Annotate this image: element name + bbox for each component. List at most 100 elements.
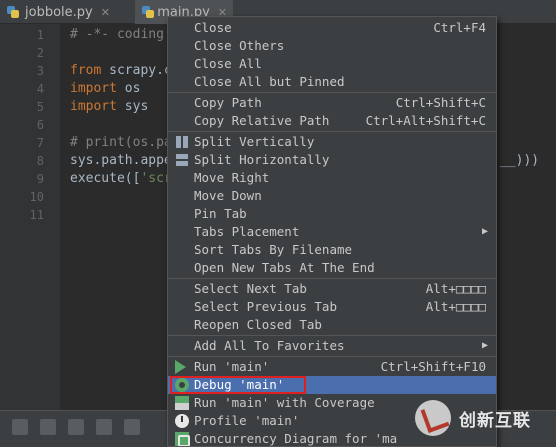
menu-item-select-previous-tab[interactable]: Select Previous Tab Alt+□□□□	[168, 298, 496, 316]
line-number: 9	[36, 172, 44, 186]
line-number: 5	[36, 100, 44, 114]
code-text: execute([	[70, 171, 141, 186]
code-text: scrapy.c	[101, 63, 172, 78]
tool-window-icon[interactable]	[12, 419, 28, 435]
menu-item-copy-relative-path[interactable]: Copy Relative Path Ctrl+Alt+Shift+C	[168, 112, 496, 130]
python-file-icon	[141, 5, 155, 19]
concurrency-diagram-icon	[175, 432, 190, 446]
line-number: 1	[36, 28, 44, 42]
menu-item-tabs-placement[interactable]: Tabs Placement ▶	[168, 223, 496, 241]
menu-label: Profile 'main'	[194, 413, 300, 428]
code-text: sys	[116, 99, 149, 114]
menu-label: Open New Tabs At The End	[194, 260, 375, 275]
code-line: from scrapy.c	[70, 62, 172, 80]
tab-context-menu: Close Ctrl+F4 Close Others Close All Clos…	[167, 16, 497, 447]
watermark: 创新互联	[415, 393, 556, 443]
menu-item-select-next-tab[interactable]: Select Next Tab Alt+□□□□	[168, 280, 496, 298]
menu-separator	[168, 335, 496, 336]
menu-item-split-horizontally[interactable]: Split Horizontally	[168, 151, 496, 169]
menu-label: Select Previous Tab	[194, 299, 337, 314]
menu-item-run-main[interactable]: Run 'main' Ctrl+Shift+F10	[168, 358, 496, 376]
tool-window-icon[interactable]	[68, 419, 84, 435]
menu-label: Run 'main' with Coverage	[194, 395, 375, 410]
menu-label: Close Others	[194, 38, 285, 53]
menu-label: Copy Relative Path	[194, 113, 330, 128]
code-text: os	[116, 81, 141, 96]
menu-shortcut: Ctrl+F4	[433, 20, 486, 35]
highlight-annotation-box	[170, 376, 306, 394]
menu-item-pin-tab[interactable]: Pin Tab	[168, 205, 496, 223]
close-icon[interactable]: ✕	[101, 6, 110, 19]
menu-item-sort-tabs[interactable]: Sort Tabs By Filename	[168, 241, 496, 259]
line-number: 2	[36, 46, 44, 60]
submenu-arrow-icon: ▶	[481, 226, 488, 237]
menu-shortcut: Ctrl+Shift+C	[395, 95, 486, 110]
menu-item-close-others[interactable]: Close Others	[168, 37, 496, 55]
brand-logo-icon	[415, 400, 451, 436]
line-number-gutter: 1 2 3 4 5 6 7 8 9 10 11	[0, 24, 60, 410]
code-line: import sys	[70, 98, 148, 116]
submenu-arrow-icon: ▶	[481, 340, 488, 351]
watermark-text: 创新互联	[459, 410, 531, 431]
menu-label: Tabs Placement	[194, 224, 300, 239]
menu-shortcut: Alt+□□□□	[425, 299, 486, 314]
code-keyword: import	[70, 81, 117, 96]
split-vertical-icon	[175, 135, 189, 149]
menu-label: Close All but Pinned	[194, 74, 345, 89]
line-number: 3	[36, 64, 44, 78]
menu-label: Move Right	[194, 170, 270, 185]
menu-item-close-all-but-pinned[interactable]: Close All but Pinned	[168, 73, 496, 91]
menu-separator	[168, 131, 496, 132]
menu-item-reopen-closed-tab[interactable]: Reopen Closed Tab	[168, 316, 496, 334]
menu-item-move-right[interactable]: Move Right	[168, 169, 496, 187]
code-line: sys.path.appe	[70, 153, 172, 168]
line-number: 8	[36, 154, 44, 168]
line-number: 7	[36, 136, 44, 150]
code-keyword: import	[70, 99, 117, 114]
run-icon	[175, 360, 186, 374]
menu-shortcut: Alt+□□□□	[425, 281, 486, 296]
menu-label: Run 'main'	[194, 359, 270, 374]
menu-label: Close All	[194, 56, 262, 71]
menu-label: Concurrency Diagram for 'ma	[194, 431, 398, 446]
line-number: 6	[36, 118, 44, 132]
coverage-icon	[175, 396, 189, 410]
code-line: # -*- coding:	[70, 27, 172, 42]
tool-window-icon[interactable]	[96, 419, 112, 435]
menu-item-close[interactable]: Close Ctrl+F4	[168, 19, 496, 37]
menu-item-move-down[interactable]: Move Down	[168, 187, 496, 205]
menu-label: Copy Path	[194, 95, 262, 110]
menu-item-add-all-favorites[interactable]: Add All To Favorites ▶	[168, 337, 496, 355]
menu-label: Move Down	[194, 188, 262, 203]
python-file-icon	[6, 5, 20, 19]
menu-label: Add All To Favorites	[194, 338, 345, 353]
menu-shortcut: Ctrl+Shift+F10	[380, 359, 486, 374]
menu-label: Close	[194, 20, 232, 35]
code-line: import os	[70, 80, 140, 98]
menu-label: Split Vertically	[194, 134, 315, 149]
code-line: # print(os.pa	[70, 135, 172, 150]
menu-separator	[168, 278, 496, 279]
menu-label: Select Next Tab	[194, 281, 307, 296]
tab-label: jobbole.py	[25, 4, 93, 20]
code-line: execute(['scr	[70, 170, 172, 188]
line-number: 10	[29, 190, 44, 204]
menu-item-close-all[interactable]: Close All	[168, 55, 496, 73]
menu-item-copy-path[interactable]: Copy Path Ctrl+Shift+C	[168, 94, 496, 112]
menu-shortcut: Ctrl+Alt+Shift+C	[365, 113, 486, 128]
line-number: 11	[29, 208, 44, 222]
tool-window-icon[interactable]	[124, 419, 140, 435]
menu-item-open-new-tabs-end[interactable]: Open New Tabs At The End	[168, 259, 496, 277]
menu-separator	[168, 356, 496, 357]
code-line-tail: __)))	[500, 153, 540, 168]
line-number: 4	[36, 82, 44, 96]
tab-jobbole[interactable]: jobbole.py ✕	[0, 0, 133, 24]
menu-item-split-vertically[interactable]: Split Vertically	[168, 133, 496, 151]
code-keyword: from	[70, 63, 102, 78]
menu-label: Split Horizontally	[194, 152, 330, 167]
menu-separator	[168, 92, 496, 93]
menu-label: Pin Tab	[194, 206, 247, 221]
tool-window-icon[interactable]	[40, 419, 56, 435]
menu-label: Sort Tabs By Filename	[194, 242, 353, 257]
menu-label: Reopen Closed Tab	[194, 317, 322, 332]
